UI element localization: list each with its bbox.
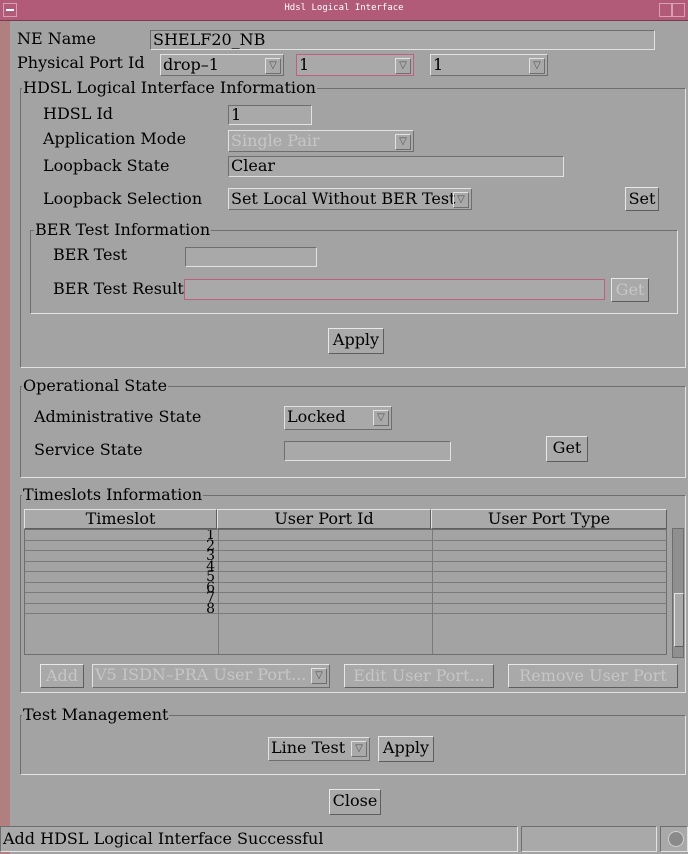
ber-info-group bbox=[30, 230, 678, 314]
ne-name-label: NE Name bbox=[17, 29, 96, 48]
test-type-value: Line Test bbox=[271, 738, 346, 757]
chevron-down-icon: ▽ bbox=[395, 58, 411, 74]
column-header-user-port-type[interactable]: User Port Type bbox=[431, 509, 667, 529]
operational-group-title: Operational State bbox=[22, 376, 169, 396]
column-header-timeslot[interactable]: Timeslot bbox=[24, 509, 217, 529]
timeslot-cell: 6 bbox=[206, 579, 215, 596]
service-state-field bbox=[284, 441, 451, 461]
edit-user-port-button: Edit User Port... bbox=[344, 664, 494, 688]
timeslot-cell: 4 bbox=[206, 558, 215, 575]
chevron-down-icon: ▽ bbox=[529, 58, 545, 74]
add-user-port-button: Add bbox=[40, 664, 84, 688]
timeslot-cell: 5 bbox=[206, 569, 215, 585]
status-indicator-icon bbox=[668, 831, 684, 847]
hdsl-id-field: 1 bbox=[228, 105, 312, 125]
table-row[interactable]: 6 bbox=[25, 579, 666, 596]
user-port-type-select: V5 ISDN–PRA User Port... ▽ bbox=[92, 664, 330, 688]
column-header-user-port-id[interactable]: User Port Id bbox=[217, 509, 431, 529]
chevron-down-icon: ▽ bbox=[373, 410, 389, 426]
test-type-select[interactable]: Line Test ▽ bbox=[268, 737, 370, 761]
hdsl-group-title: HDSL Logical Interface Information bbox=[22, 78, 317, 98]
table-header: Timeslot User Port Id User Port Type bbox=[24, 509, 667, 529]
ber-results-field bbox=[184, 279, 605, 300]
scrollbar-thumb[interactable] bbox=[674, 593, 684, 647]
test-apply-button[interactable]: Apply bbox=[378, 736, 434, 762]
maximize-icon[interactable] bbox=[672, 3, 685, 17]
app-mode-select: Single Pair ▽ bbox=[228, 130, 414, 152]
timeslot-cell: 8 bbox=[206, 600, 215, 617]
slot-select[interactable]: 1 ▽ bbox=[296, 54, 414, 76]
table-row[interactable]: 7 bbox=[25, 590, 666, 606]
loopback-selection-label: Loopback Selection bbox=[43, 189, 203, 208]
timeslot-cell: 7 bbox=[206, 590, 215, 606]
timeslot-cell: 1 bbox=[206, 529, 215, 543]
chevron-down-icon: ▽ bbox=[453, 192, 469, 208]
timeslot-cell: 2 bbox=[206, 537, 215, 554]
remove-user-port-button: Remove User Port bbox=[508, 664, 678, 688]
table-row[interactable]: 8 bbox=[25, 600, 666, 617]
loopback-state-label: Loopback State bbox=[43, 156, 170, 175]
service-state-label: Service State bbox=[34, 440, 143, 459]
port-select-value: 1 bbox=[433, 55, 444, 74]
timeslots-group-title: Timeslots Information bbox=[22, 485, 204, 505]
chevron-down-icon: ▽ bbox=[351, 741, 367, 757]
app-mode-value: Single Pair bbox=[231, 131, 320, 150]
drop-select[interactable]: drop–1 ▽ bbox=[160, 54, 284, 76]
physical-port-label: Physical Port Id bbox=[17, 53, 145, 72]
table-body[interactable]: 1 2 3 4 5 6 7 8 bbox=[24, 529, 667, 655]
chevron-down-icon: ▽ bbox=[265, 58, 281, 74]
timeslot-cell: 3 bbox=[206, 548, 215, 564]
table-row[interactable]: 5 bbox=[25, 569, 666, 585]
table-row[interactable]: 1 bbox=[25, 529, 666, 654]
ber-results-label: BER Test Results bbox=[53, 279, 192, 298]
port-select[interactable]: 1 ▽ bbox=[430, 54, 548, 76]
loopback-selection-value: Set Local Without BER Test bbox=[231, 189, 456, 208]
status-pane bbox=[521, 826, 657, 852]
user-port-type-value: V5 ISDN–PRA User Port... bbox=[95, 665, 307, 684]
loopback-state-field: Clear bbox=[228, 156, 564, 177]
admin-state-value: Locked bbox=[287, 407, 346, 426]
loopback-selection-select[interactable]: Set Local Without BER Test ▽ bbox=[228, 188, 472, 210]
status-indicator-pane bbox=[660, 826, 688, 852]
admin-state-select[interactable]: Locked ▽ bbox=[284, 406, 392, 430]
set-button[interactable]: Set bbox=[625, 187, 659, 211]
chevron-down-icon: ▽ bbox=[395, 134, 411, 150]
table-row[interactable]: 3 bbox=[25, 548, 666, 564]
ber-test-label: BER Test bbox=[53, 245, 128, 264]
operational-state-group bbox=[20, 386, 686, 478]
app-mode-label: Application Mode bbox=[43, 129, 187, 148]
ber-test-field bbox=[185, 247, 317, 267]
ber-get-button: Get bbox=[611, 278, 649, 302]
hdsl-apply-button[interactable]: Apply bbox=[328, 328, 384, 354]
admin-state-label: Administrative State bbox=[34, 407, 202, 426]
hdsl-id-label: HDSL Id bbox=[43, 104, 114, 123]
slot-select-value: 1 bbox=[299, 55, 310, 74]
table-row[interactable]: 4 bbox=[25, 558, 666, 575]
operational-get-button[interactable]: Get bbox=[546, 436, 588, 462]
title-bar[interactable]: Hdsl Logical Interface bbox=[0, 0, 688, 21]
status-message: Add HDSL Logical Interface Successful bbox=[0, 826, 518, 852]
ber-group-title: BER Test Information bbox=[34, 220, 212, 240]
table-row[interactable]: 2 bbox=[25, 537, 666, 554]
drop-select-value: drop–1 bbox=[163, 55, 219, 74]
timeslots-scrollbar[interactable] bbox=[672, 528, 684, 658]
window-title: Hdsl Logical Interface bbox=[284, 3, 404, 13]
close-button[interactable]: Close bbox=[329, 789, 381, 815]
timeslots-table: Timeslot User Port Id User Port Type 1 2… bbox=[24, 509, 667, 659]
ne-name-field: SHELF20_NB bbox=[150, 30, 655, 50]
minimize-icon[interactable] bbox=[659, 3, 672, 17]
test-management-title: Test Management bbox=[22, 705, 170, 725]
chevron-down-icon: ▽ bbox=[311, 668, 327, 684]
